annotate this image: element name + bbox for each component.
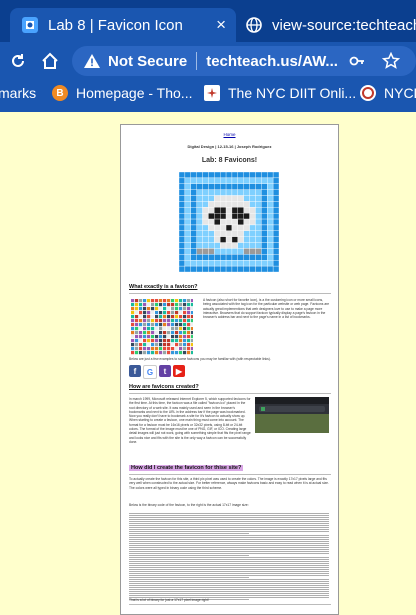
skull-favicon-image — [179, 172, 279, 272]
social-icons: f G t ▶ — [129, 365, 185, 379]
warning-icon — [84, 54, 100, 68]
favicon-lab-icon — [22, 17, 38, 33]
bookmark-label: Homepage - Tho... — [76, 85, 193, 101]
browser-screenshot-image — [255, 397, 329, 433]
twitch-icon[interactable]: t — [159, 365, 171, 377]
section-heading-how: How are favicons created? — [129, 384, 199, 390]
security-label: Not Secure — [108, 52, 188, 70]
footer-text: That is a lot of binary for just a 17x17… — [129, 598, 209, 602]
bookmark-icon — [360, 85, 376, 101]
tab-strip: Lab 8 | Favicon Icon × view-source:techt… — [0, 0, 416, 42]
screenshot-favicon — [261, 407, 265, 411]
bookmark-item[interactable]: marks — [0, 85, 36, 101]
tab-view-source[interactable]: view-source:techteach.us/ — [240, 8, 416, 42]
youtube-icon[interactable]: ▶ — [173, 365, 185, 377]
url-text: techteach.us/AW... — [206, 52, 338, 70]
key-icon[interactable] — [348, 52, 366, 70]
browser-chrome: Lab 8 | Favicon Icon × view-source:techt… — [0, 0, 416, 112]
bookmark-item[interactable]: NYCD — [360, 85, 416, 101]
byline: Digital Design | 12-15-16 | Joseph Rodri… — [187, 144, 272, 149]
globe-icon — [246, 17, 262, 33]
screenshot-url — [259, 406, 325, 412]
tab-title: view-source:techteach.us/ — [272, 16, 416, 34]
reload-icon[interactable] — [6, 49, 30, 73]
bookmark-icon — [204, 85, 220, 101]
binary-intro: Below is the binary code of the favicon,… — [129, 503, 249, 507]
favicon-collage-image — [131, 299, 193, 355]
screenshot-body — [255, 414, 329, 433]
bookmark-label: The NYC DIIT Onli... — [228, 85, 357, 101]
bookmarks-bar: marks B Homepage - Tho... The NYC DIIT O… — [0, 80, 416, 112]
bookmark-label: marks — [0, 85, 37, 101]
divider — [129, 604, 331, 605]
divider — [129, 474, 331, 475]
page-title: Lab: 8 Favicons! — [201, 157, 258, 164]
screenshot-tabbar — [255, 397, 329, 404]
toolbar: Not Secure techteach.us/AW... — [0, 42, 416, 80]
section-text-how: In march 1999, Microsoft released Intern… — [129, 397, 251, 444]
star-icon[interactable] — [381, 52, 400, 70]
section-text-create: To actually create the favicon for this … — [129, 477, 329, 490]
bookmark-item[interactable]: The NYC DIIT Onli... — [204, 85, 356, 101]
page-content: Home Digital Design | 12-15-16 | Joseph … — [120, 124, 339, 615]
google-icon[interactable]: G — [143, 365, 157, 379]
bookmark-label: NYCD — [384, 85, 416, 101]
facebook-icon[interactable]: f — [129, 365, 141, 377]
home-link[interactable]: Home — [121, 132, 338, 137]
bookmark-item[interactable]: B Homepage - Tho... — [52, 85, 192, 101]
divider — [129, 393, 331, 394]
divider — [129, 293, 331, 294]
omnibox-divider — [196, 52, 198, 70]
address-bar[interactable]: Not Secure techteach.us/AW... — [72, 46, 416, 76]
bookmark-icon: B — [52, 85, 68, 101]
close-icon[interactable]: × — [216, 15, 226, 35]
tab-title: Lab 8 | Favicon Icon — [48, 16, 183, 34]
section-text-what: A favicon (also short for favorite icon)… — [203, 298, 330, 320]
section-heading-create: How did I create the favicon for thise s… — [129, 465, 244, 471]
binary-code-block — [129, 513, 329, 600]
home-icon[interactable] — [38, 49, 62, 73]
section-heading-what: What exactly is a favicon? — [129, 284, 198, 290]
tab-lab8[interactable]: Lab 8 | Favicon Icon × — [10, 8, 236, 42]
examples-text: Below are just a few examples to some fa… — [129, 357, 271, 361]
